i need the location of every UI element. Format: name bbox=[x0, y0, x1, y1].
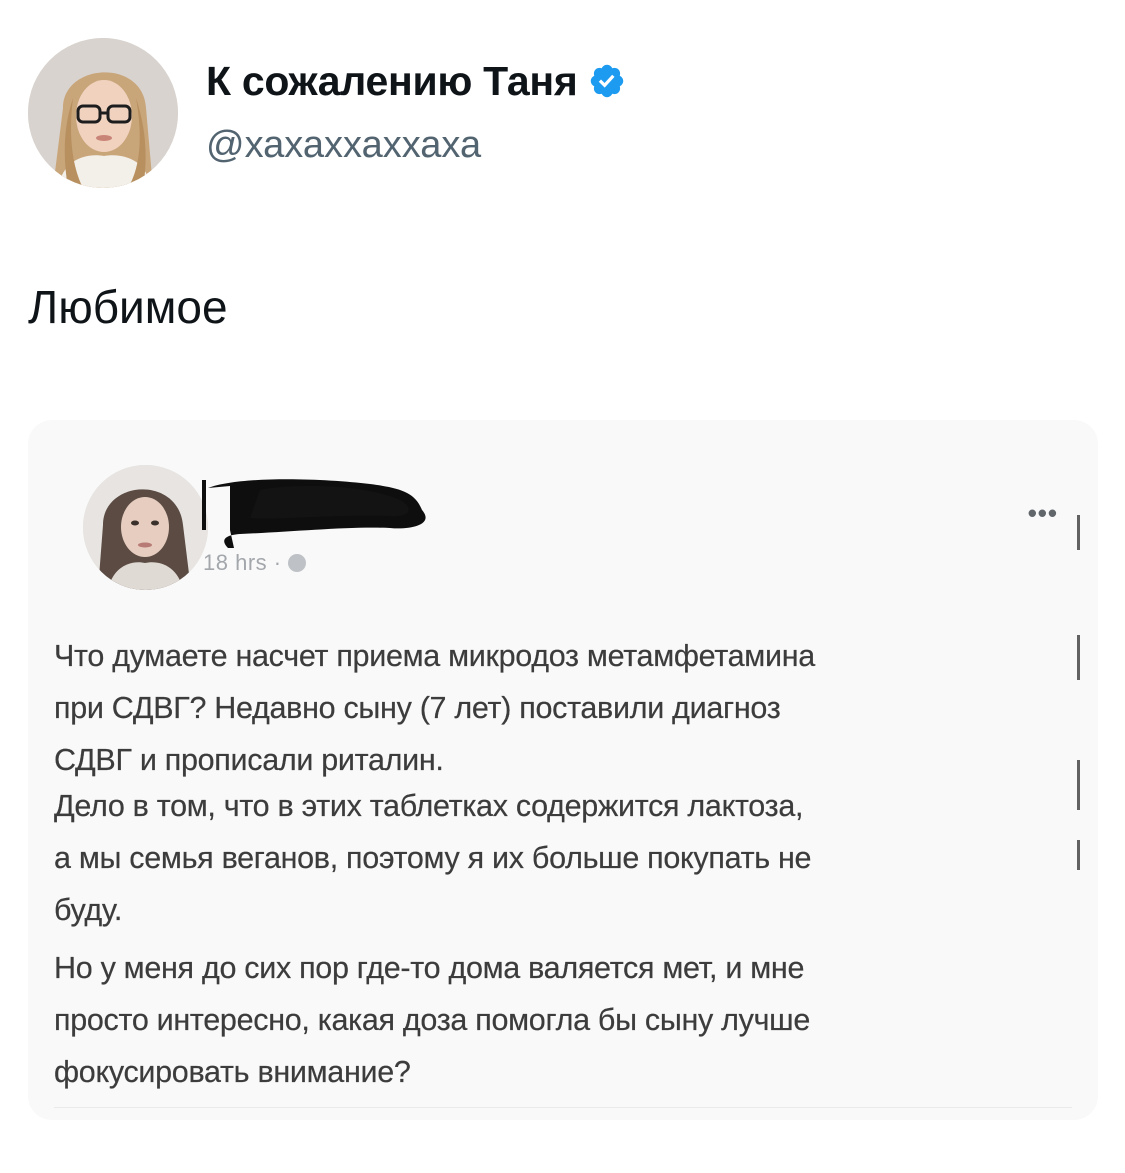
post-line: а мы семья веганов, поэтому я их больше … bbox=[54, 841, 812, 875]
post-line: буду. bbox=[54, 893, 123, 927]
tweet-text: Любимое bbox=[28, 281, 228, 333]
name-row: К сожалению Таня bbox=[206, 56, 626, 106]
more-options-icon: ••• bbox=[1027, 498, 1058, 528]
post-line: Что думаете насчет приема микродоз метам… bbox=[54, 639, 815, 673]
author-handle[interactable]: @хахаххаххаха bbox=[206, 124, 481, 167]
post-time-text: 18 hrs · bbox=[203, 550, 282, 575]
post-line: Но у меня до сих пор где-то дома валяетс… bbox=[54, 951, 805, 985]
image-edge-artifact bbox=[1077, 515, 1080, 550]
author-avatar[interactable] bbox=[28, 38, 178, 188]
post-paragraph-3: Но у меня до сих пор где-то дома валяетс… bbox=[54, 942, 1084, 1098]
post-line: СДВГ и прописали риталин. bbox=[54, 743, 444, 777]
embedded-post: 18 hrs · ••• Что думаете насчет приема м… bbox=[28, 420, 1098, 1120]
post-paragraph-1: Что думаете насчет приема микродоз метам… bbox=[54, 630, 1084, 786]
post-line: Дело в том, что в этих таблетках содержи… bbox=[54, 789, 804, 823]
post-timestamp: 18 hrs · bbox=[203, 550, 306, 576]
author-name[interactable]: К сожалению Таня bbox=[206, 58, 578, 105]
globe-icon bbox=[287, 554, 306, 572]
post-line: фокусировать внимание? bbox=[54, 1055, 411, 1089]
post-author-avatar bbox=[83, 465, 208, 590]
tweet-media-image[interactable]: 18 hrs · ••• Что думаете насчет приема м… bbox=[28, 420, 1098, 1120]
redacted-name-scribble bbox=[202, 479, 426, 548]
tweet-header: К сожалению Таня @хахаххаххаха bbox=[28, 38, 1098, 188]
post-paragraph-2: Дело в том, что в этих таблетках содержи… bbox=[54, 780, 1084, 936]
post-line: при СДВГ? Недавно сыну (7 лет) поставили… bbox=[54, 691, 781, 725]
post-line: просто интересно, какая доза помогла бы … bbox=[54, 1003, 811, 1037]
divider bbox=[54, 1107, 1072, 1108]
verified-badge-icon bbox=[588, 62, 626, 100]
